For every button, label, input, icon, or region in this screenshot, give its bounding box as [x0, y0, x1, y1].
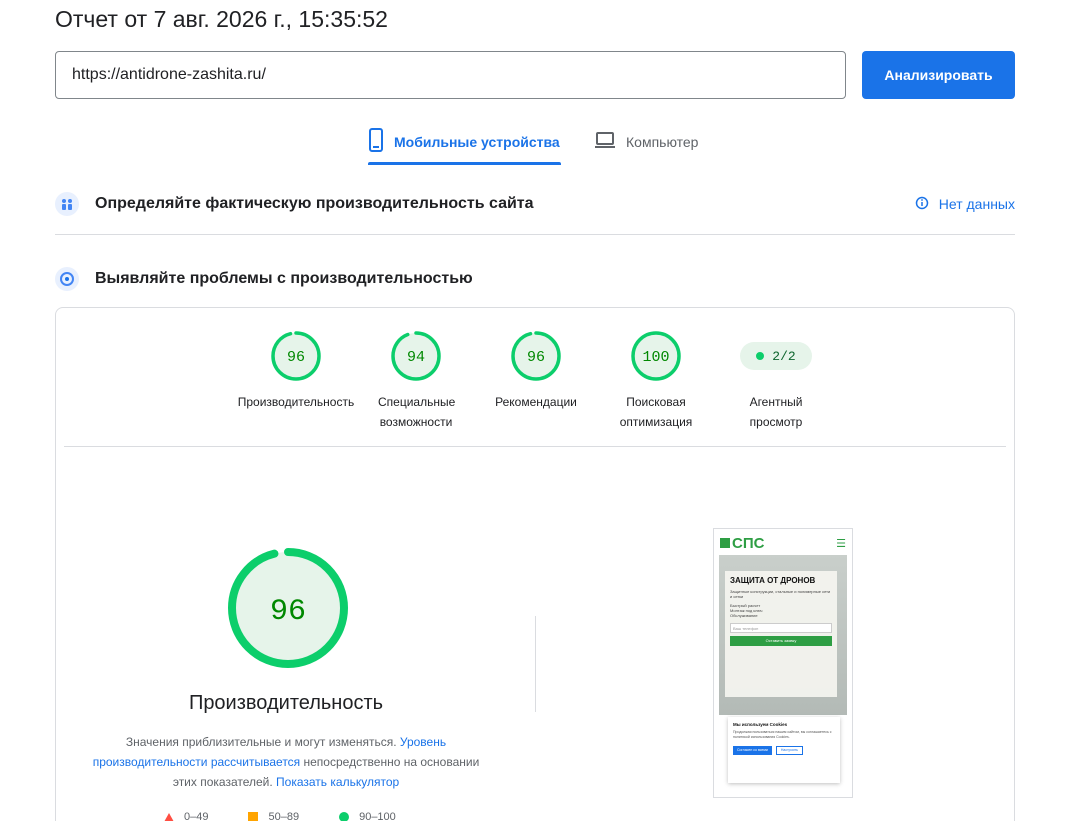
category-gauge: 94 [391, 331, 441, 381]
lab-data-section: Выявляйте проблемы с производительностью [55, 265, 1015, 293]
category-accessibility[interactable]: 94 Специальные возможности [356, 330, 476, 432]
thumb-phone-input: Ваш телефон [730, 623, 832, 633]
score-legend: 0–49 50–89 90–100 [164, 811, 396, 821]
thumb-cookie-settings: Настроить [775, 746, 803, 755]
thumb-header: СПС ☰ [714, 529, 852, 557]
final-screenshot: СПС ☰ ЗАЩИТА ОТ ДРОНОВ Защитные конструк… [713, 528, 853, 798]
legend-pass-label: 90–100 [359, 811, 396, 821]
thumb-logo: СПС [720, 535, 764, 552]
card-divider [64, 446, 1006, 447]
category-score: 94 [407, 349, 425, 366]
logo-square-icon [720, 538, 730, 548]
field-data-section: Определяйте фактическую производительнос… [55, 190, 1015, 218]
vertical-divider [535, 616, 536, 712]
desc-text-1: Значения приблизительные и могут изменят… [125, 735, 400, 749]
lab-data-title: Выявляйте проблемы с производительностью [95, 270, 473, 287]
thumb-cookie-buttons: Согласен со всеми Настроить [733, 746, 835, 755]
url-input[interactable] [55, 51, 846, 99]
laptop-icon [594, 128, 616, 155]
analyze-button[interactable]: Анализировать [862, 51, 1015, 99]
category-label: Агентный просмотр [749, 395, 803, 429]
thumb-cta: Оставить заявку [730, 636, 832, 646]
thumb-sub: Защитные конструкции, стальные и полимер… [730, 589, 831, 599]
thumb-panel: ЗАЩИТА ОТ ДРОНОВ Защитные конструкции, с… [725, 571, 837, 697]
no-data-label: Нет данных [938, 196, 1015, 212]
thumb-hero: ЗАЩИТА ОТ ДРОНОВ Защитные конструкции, с… [719, 555, 847, 715]
thumb-cookie-accept: Согласен со всеми [733, 746, 772, 755]
report-title: Отчет от 7 авг. 2026 г., 15:35:52 [55, 6, 388, 32]
legend-fail-label: 0–49 [184, 811, 209, 821]
thumb-bullet: Обслуживание [730, 613, 758, 618]
category-score: 96 [527, 349, 545, 366]
thumb-cookie-text: Продолжая пользоваться нашим сайтом, вы … [733, 730, 832, 739]
tab-desktop[interactable]: Компьютер [594, 128, 698, 166]
triangle-icon [164, 812, 174, 821]
category-pill-wrap: 2/2 [716, 330, 836, 382]
no-data-link[interactable]: Нет данных [915, 196, 1015, 213]
category-gauge: 96 [271, 331, 321, 381]
performance-description: Значения приблизительные и могут изменят… [86, 732, 486, 792]
legend-average-label: 50–89 [268, 811, 300, 821]
people-icon [55, 192, 79, 216]
hamburger-icon: ☰ [836, 537, 846, 550]
thumb-logo-text: СПС [732, 534, 765, 552]
tab-underline [368, 162, 561, 165]
category-gauge: 100 [631, 331, 681, 381]
section-divider [55, 234, 1015, 235]
legend-fail: 0–49 [164, 811, 208, 821]
category-label: Поисковая оптимизация [619, 395, 693, 429]
category-agentic-browsing[interactable]: 2/2 Агентный просмотр [716, 330, 836, 432]
show-calculator-link[interactable]: Показать калькулятор [276, 775, 399, 789]
legend-average: 50–89 [248, 811, 299, 821]
performance-gauge-score: 96 [270, 595, 306, 629]
category-best-practices[interactable]: 96 Рекомендации [476, 330, 596, 412]
circle-icon [339, 812, 350, 821]
agentic-pill-text: 2/2 [772, 348, 796, 364]
speedometer-icon [55, 267, 79, 291]
performance-title: Производительность [188, 692, 384, 714]
field-data-title: Определяйте фактическую производительнос… [95, 195, 534, 212]
category-score: 96 [287, 349, 305, 366]
category-performance[interactable]: 96 Производительность [236, 330, 356, 412]
agentic-pill: 2/2 [740, 342, 812, 370]
thumb-cookie-banner: Мы используем Cookies Продолжая пользова… [728, 717, 840, 783]
tab-mobile-label: Мобильные устройства [394, 134, 560, 150]
category-score: 100 [642, 349, 669, 366]
legend-pass: 90–100 [339, 811, 396, 821]
phone-icon [368, 128, 384, 155]
category-label: Рекомендации [495, 395, 577, 409]
thumb-cookie-title: Мы используем Cookies [733, 722, 788, 727]
category-seo[interactable]: 100 Поисковая оптимизация [596, 330, 716, 432]
performance-gauge: 96 [226, 546, 350, 675]
thumb-heading: ЗАЩИТА ОТ ДРОНОВ [730, 576, 816, 585]
pass-dot-icon [756, 352, 765, 360]
category-label: Специальные возможности [378, 395, 456, 429]
category-label: Производительность [237, 395, 355, 409]
square-icon [248, 812, 259, 821]
info-icon [915, 196, 929, 213]
results-card: 96 Производительность 94 Специальные возмож… [55, 307, 1015, 821]
tab-desktop-label: Компьютер [626, 134, 699, 150]
tab-mobile[interactable]: Мобильные устройства [368, 128, 560, 166]
category-gauge: 96 [511, 331, 561, 381]
